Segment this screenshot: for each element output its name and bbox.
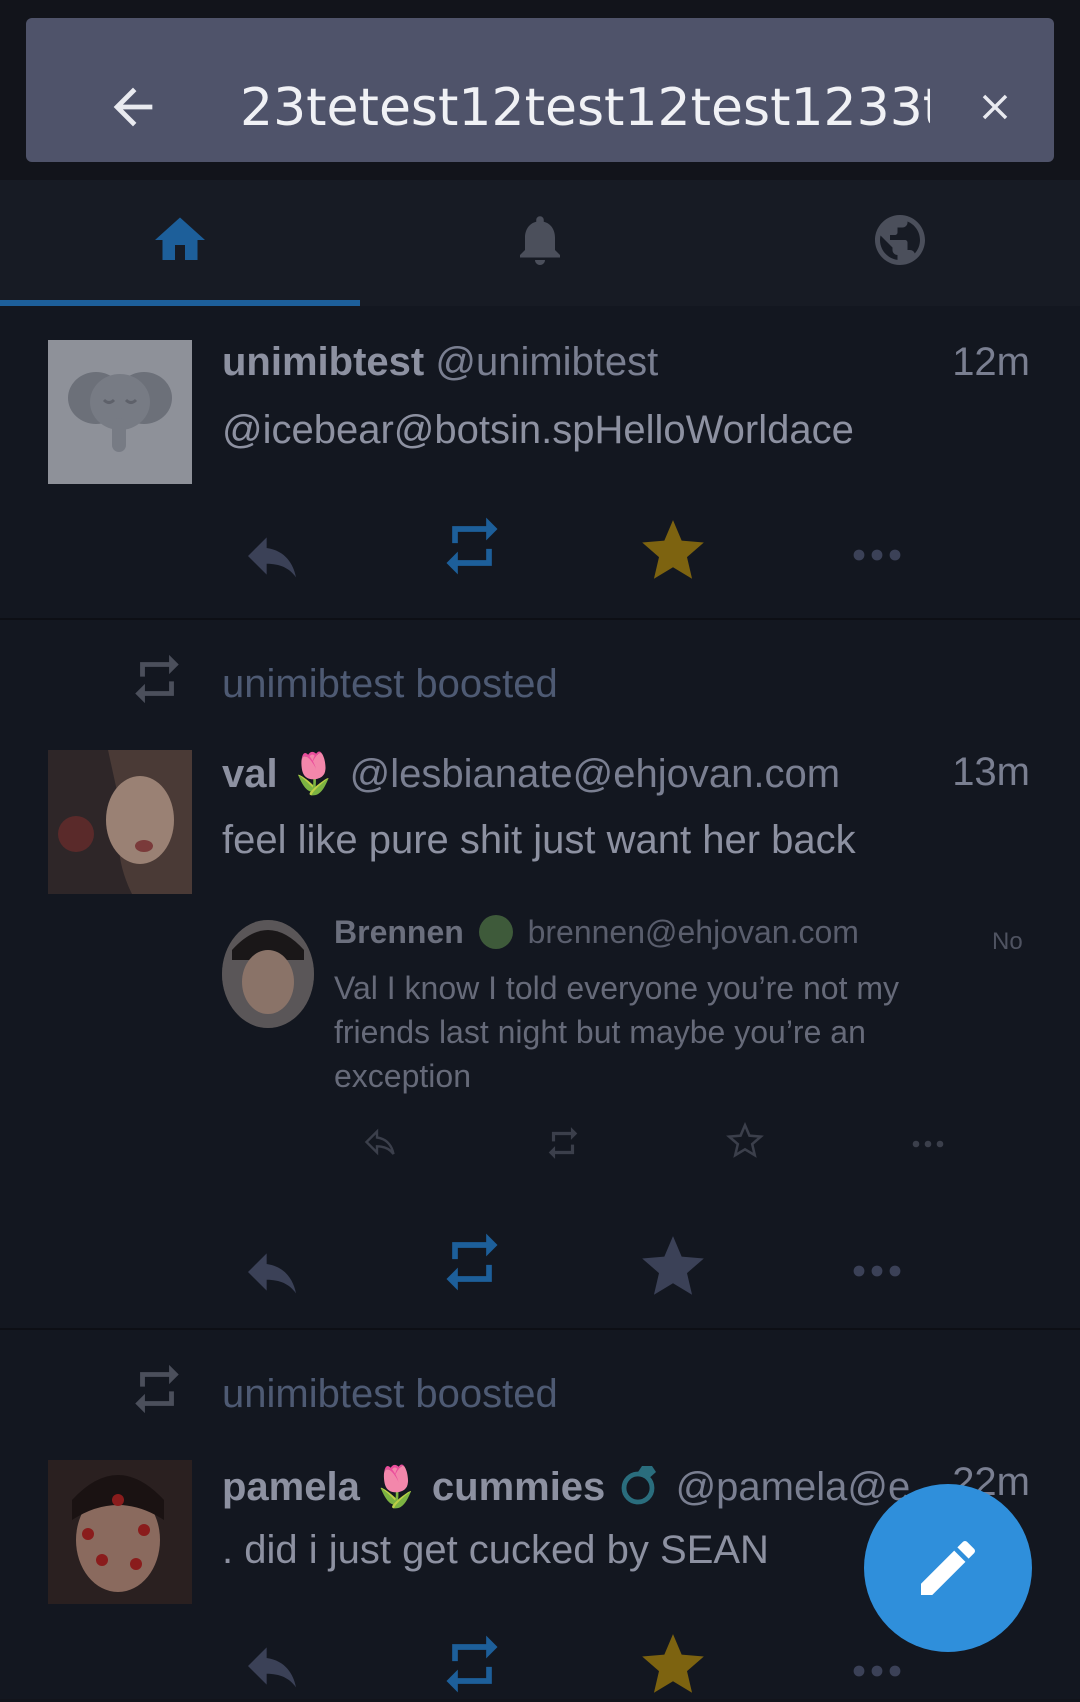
profile-photo xyxy=(48,750,192,894)
boost-icon[interactable] xyxy=(438,512,506,580)
handle[interactable]: @unimibtest xyxy=(435,340,658,384)
avatar[interactable] xyxy=(48,750,192,894)
globe-icon xyxy=(875,215,925,265)
display-name[interactable]: val 🌷 xyxy=(222,752,339,796)
timestamp: 13m xyxy=(952,750,1030,794)
preview-boost-icon xyxy=(548,1127,578,1159)
back-arrow-icon[interactable] xyxy=(104,78,162,136)
boost-icon xyxy=(135,1364,179,1414)
tab-bar xyxy=(0,180,1080,306)
star-icon[interactable] xyxy=(636,514,710,588)
reply-icon[interactable] xyxy=(240,524,304,588)
close-icon[interactable] xyxy=(974,86,1016,128)
bell-icon xyxy=(520,216,560,265)
boost-icon[interactable] xyxy=(438,1630,506,1698)
reply-icon[interactable] xyxy=(240,1240,304,1304)
preview-display-name: Brennen xyxy=(334,914,464,950)
compose-button[interactable] xyxy=(864,1484,1032,1652)
preview-header: Brennen brennen@ehjovan.com xyxy=(334,914,859,951)
preview-reply-icon xyxy=(364,1128,395,1156)
timestamp: 12m xyxy=(952,340,1030,384)
profile-photo xyxy=(48,1460,192,1604)
handle[interactable]: @pamela@ehj xyxy=(676,1465,912,1509)
status-header: val 🌷 @lesbianate@ehjovan.com xyxy=(222,750,922,797)
status-card[interactable]: unimibtest @unimibtest 12m @icebear@bots… xyxy=(0,306,1080,618)
preview-avatar xyxy=(222,920,314,1028)
avatar[interactable] xyxy=(48,1460,192,1604)
tab-home[interactable] xyxy=(0,180,360,306)
pencil-icon xyxy=(921,1540,976,1595)
badge-icon xyxy=(478,915,513,949)
status-card[interactable]: unimibtest boosted val 🌷 @lesbianate@ehj… xyxy=(0,620,1080,1328)
preview-star-icon xyxy=(726,1122,764,1158)
preview-handle: brennen@ehjovan.com xyxy=(527,914,859,950)
boosted-by-label[interactable]: unimibtest boosted xyxy=(222,1372,558,1417)
search-input[interactable] xyxy=(240,68,930,148)
boosted-by-label[interactable]: unimibtest boosted xyxy=(222,662,558,707)
status-content: feel like pure shit just want her back xyxy=(222,818,856,862)
more-icon[interactable] xyxy=(850,1644,904,1698)
tab-notifications[interactable] xyxy=(360,180,720,306)
status-header: pamela 🌷 cummies @pamela@ehj xyxy=(222,1460,912,1510)
more-icon[interactable] xyxy=(850,1244,904,1298)
ring-icon xyxy=(622,1466,657,1505)
handle[interactable]: @lesbianate@ehjovan.com xyxy=(350,752,840,796)
star-icon[interactable] xyxy=(636,1628,710,1702)
display-name[interactable]: unimibtest xyxy=(222,340,424,384)
home-icon xyxy=(155,217,205,260)
star-icon[interactable] xyxy=(636,1230,710,1304)
tab-federated[interactable] xyxy=(720,180,1080,306)
avatar[interactable] xyxy=(48,340,192,484)
reply-icon[interactable] xyxy=(240,1634,304,1698)
status-header: unimibtest @unimibtest xyxy=(222,340,922,385)
search-bar xyxy=(26,18,1054,162)
preview-more-icon xyxy=(912,1140,944,1148)
boost-icon xyxy=(135,654,179,704)
status-content: @icebear@botsin.spHelloWorldace xyxy=(222,408,854,452)
more-icon[interactable] xyxy=(850,528,904,582)
elephant-icon xyxy=(68,372,172,452)
boost-icon[interactable] xyxy=(438,1228,506,1296)
preview-time: No xyxy=(992,928,1023,955)
display-name[interactable]: pamela 🌷 cummies xyxy=(222,1465,605,1509)
preview-text: Val I know I told everyone you’re not my… xyxy=(334,970,900,1094)
